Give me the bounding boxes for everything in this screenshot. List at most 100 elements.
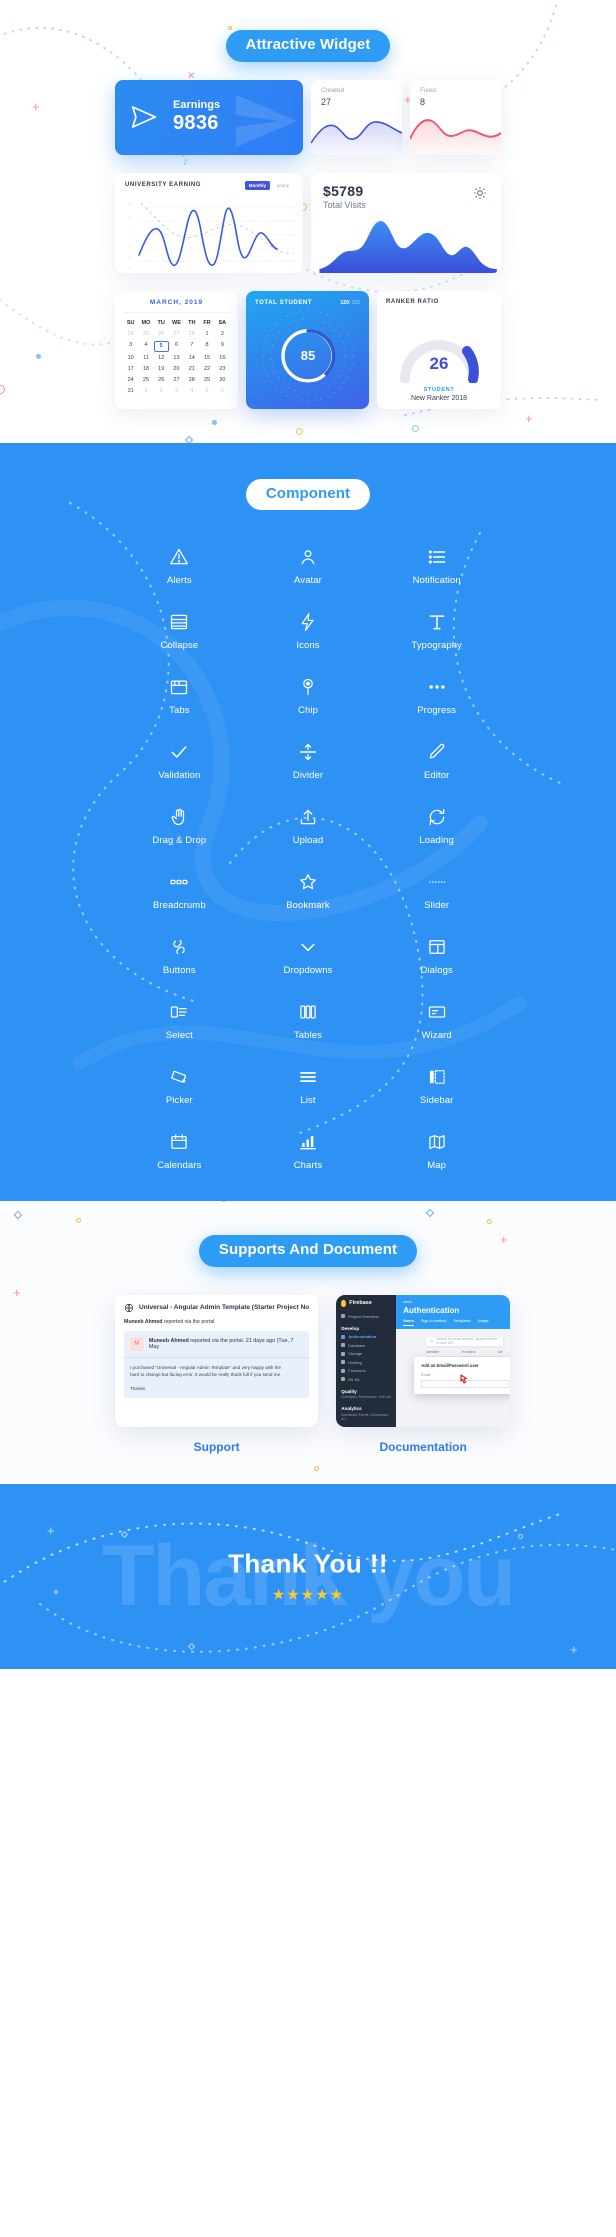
earnings-card[interactable]: Earnings 9836 — [115, 79, 303, 155]
component-item-typography[interactable]: Typography — [372, 609, 501, 651]
component-item-slider[interactable]: Slider — [372, 869, 501, 911]
calendar-day[interactable]: 3 — [169, 387, 184, 396]
sidebar-item-authentication[interactable]: Authentication — [341, 1334, 391, 1339]
component-item-sidebar[interactable]: Sidebar — [372, 1064, 501, 1106]
calendar-day[interactable]: 4 — [184, 387, 199, 396]
tab-sign-in-method[interactable]: Sign-in method — [421, 1319, 447, 1326]
sidebar-item-database[interactable]: Database — [341, 1343, 391, 1348]
component-item-avatar[interactable]: Avatar — [244, 544, 373, 586]
component-item-dropdowns[interactable]: Dropdowns — [244, 934, 373, 976]
calendar-day[interactable]: 15 — [199, 354, 214, 363]
calendar-day[interactable]: 7 — [184, 341, 199, 352]
component-item-chip[interactable]: Chip — [244, 674, 373, 716]
tab-users[interactable]: Users — [403, 1319, 414, 1326]
component-item-buttons[interactable]: Buttons — [115, 934, 244, 976]
sidebar-item-project-overview[interactable]: Project Overview — [341, 1314, 391, 1319]
support-caption[interactable]: Support — [115, 1440, 318, 1454]
component-item-picker[interactable]: Picker — [115, 1064, 244, 1106]
documentation-screenshot[interactable]: Firebase Project Overview Develop Authen… — [336, 1294, 511, 1427]
component-item-loading[interactable]: Loading — [372, 804, 501, 846]
ranker-ratio-card[interactable]: RANKER RATIO 26 STUDENT New Ranker 2018 — [377, 290, 501, 409]
calendar-day[interactable]: 10 — [123, 354, 138, 363]
calendar-grid[interactable]: SU MO TU WE TH FR SA 24 25 26 27 28 1 2 3 4 5 6 7 8 9 10 11 12 1… — [123, 319, 230, 396]
calendar-day[interactable]: 12 — [154, 354, 169, 363]
monthly-button[interactable]: Monthly — [244, 180, 270, 190]
calendar-day[interactable]: 31 — [123, 387, 138, 396]
component-item-drag-drop[interactable]: Drag & Drop — [115, 804, 244, 846]
calendar-day[interactable]: 1 — [199, 330, 214, 339]
calendar-day[interactable]: 11 — [138, 354, 153, 363]
component-item-tables[interactable]: Tables — [244, 999, 373, 1041]
calendar-day[interactable]: 30 — [215, 376, 230, 385]
sidebar-item-storage[interactable]: Storage — [341, 1351, 391, 1356]
total-visits-card[interactable]: $5789 Total Visits — [311, 172, 501, 273]
component-item-alerts[interactable]: Alerts — [115, 544, 244, 586]
sidebar-item-hosting[interactable]: Hosting — [341, 1360, 391, 1365]
breadcrumb[interactable]: demo — [403, 1300, 503, 1304]
calendar-day[interactable]: 25 — [138, 330, 153, 339]
component-item-upload[interactable]: Upload — [244, 804, 373, 846]
created-card[interactable]: Created 27 — [311, 79, 402, 155]
calendar-day[interactable]: 26 — [154, 376, 169, 385]
component-item-select[interactable]: Select — [115, 999, 244, 1041]
calendar-day[interactable]: 29 — [199, 376, 214, 385]
total-student-card[interactable]: TOTAL STUDENT 120/ 150 85 — [246, 290, 369, 409]
calendar-day[interactable]: 24 — [123, 376, 138, 385]
calendar-day[interactable]: 5 — [199, 387, 214, 396]
fixed-card[interactable]: Fixed 8 — [410, 79, 501, 155]
calendar-day[interactable]: 22 — [199, 365, 214, 374]
component-item-breadcrumb[interactable]: Breadcrumb — [115, 869, 244, 911]
calendar-day[interactable]: 20 — [169, 365, 184, 374]
calendar-day[interactable]: 13 — [169, 354, 184, 363]
component-item-icons[interactable]: Icons — [244, 609, 373, 651]
calendar-day[interactable]: 24 — [123, 330, 138, 339]
calendar-day[interactable]: 6 — [169, 341, 184, 352]
calendar-day[interactable]: 3 — [123, 341, 138, 352]
component-item-collapse[interactable]: Collapse — [115, 609, 244, 651]
calendar-day[interactable]: 1 — [138, 387, 153, 396]
component-item-validation[interactable]: Validation — [115, 739, 244, 781]
calendar-day[interactable]: 27 — [169, 376, 184, 385]
support-screenshot[interactable]: Universal - Angular Admin Template (Star… — [115, 1294, 319, 1427]
calendar-day[interactable]: 2 — [154, 387, 169, 396]
calendar-day[interactable]: 9 — [215, 341, 230, 352]
yearly-button[interactable]: yearly — [273, 181, 293, 190]
documentation-caption[interactable]: Documentation — [336, 1440, 510, 1454]
component-item-wizard[interactable]: Wizard — [372, 999, 501, 1041]
component-item-tabs[interactable]: Tabs — [115, 674, 244, 716]
calendar-day[interactable]: 28 — [184, 376, 199, 385]
calendar-day[interactable]: 2 — [215, 330, 230, 339]
component-item-editor[interactable]: Editor — [372, 739, 501, 781]
calendar-day[interactable]: 28 — [184, 330, 199, 339]
calendar-day[interactable]: 23 — [215, 365, 230, 374]
calendar-day[interactable]: 21 — [184, 365, 199, 374]
component-item-list[interactable]: List — [244, 1064, 373, 1106]
calendar-card[interactable]: MARCH, 2019 SU MO TU WE TH FR SA 24 25 26 27 28 1 2 3 4… — [115, 290, 238, 409]
component-item-calendars[interactable]: Calendars — [115, 1129, 244, 1171]
tab-usage[interactable]: Usage — [478, 1319, 489, 1326]
component-item-charts[interactable]: Charts — [244, 1129, 373, 1171]
component-item-progress[interactable]: Progress — [372, 674, 501, 716]
component-item-bookmark[interactable]: Bookmark — [244, 869, 373, 911]
calendar-day[interactable]: 17 — [123, 365, 138, 374]
component-item-dialogs[interactable]: Dialogs — [372, 934, 501, 976]
calendar-day[interactable]: 5 — [153, 340, 169, 352]
component-item-divider[interactable]: Divider — [244, 739, 373, 781]
sidebar-item-functions[interactable]: Functions — [341, 1368, 391, 1373]
calendar-day[interactable]: 25 — [138, 376, 153, 385]
calendar-day[interactable]: 26 — [154, 330, 169, 339]
tab-templates[interactable]: Templates — [453, 1319, 470, 1326]
component-item-map[interactable]: Map — [372, 1129, 501, 1171]
calendar-day[interactable]: 4 — [138, 341, 153, 352]
calendar-day[interactable]: 19 — [154, 365, 169, 374]
firebase-tabs[interactable]: Users Sign-in method Templates Usage — [403, 1319, 503, 1329]
sidebar-item-ml-kit[interactable]: ML Kit — [341, 1377, 391, 1382]
calendar-day[interactable]: 6 — [215, 387, 230, 396]
calendar-day[interactable]: 16 — [215, 354, 230, 363]
search-input[interactable]: Search by email address, phone number or… — [426, 1336, 504, 1346]
calendar-day[interactable]: 27 — [169, 330, 184, 339]
calendar-day[interactable]: 18 — [138, 365, 153, 374]
calendar-day[interactable]: 8 — [199, 341, 214, 352]
calendar-day[interactable]: 14 — [184, 354, 199, 363]
university-earning-card[interactable]: UNIVERSITY EARNING Monthly yearly 6 5 4 … — [115, 172, 303, 273]
